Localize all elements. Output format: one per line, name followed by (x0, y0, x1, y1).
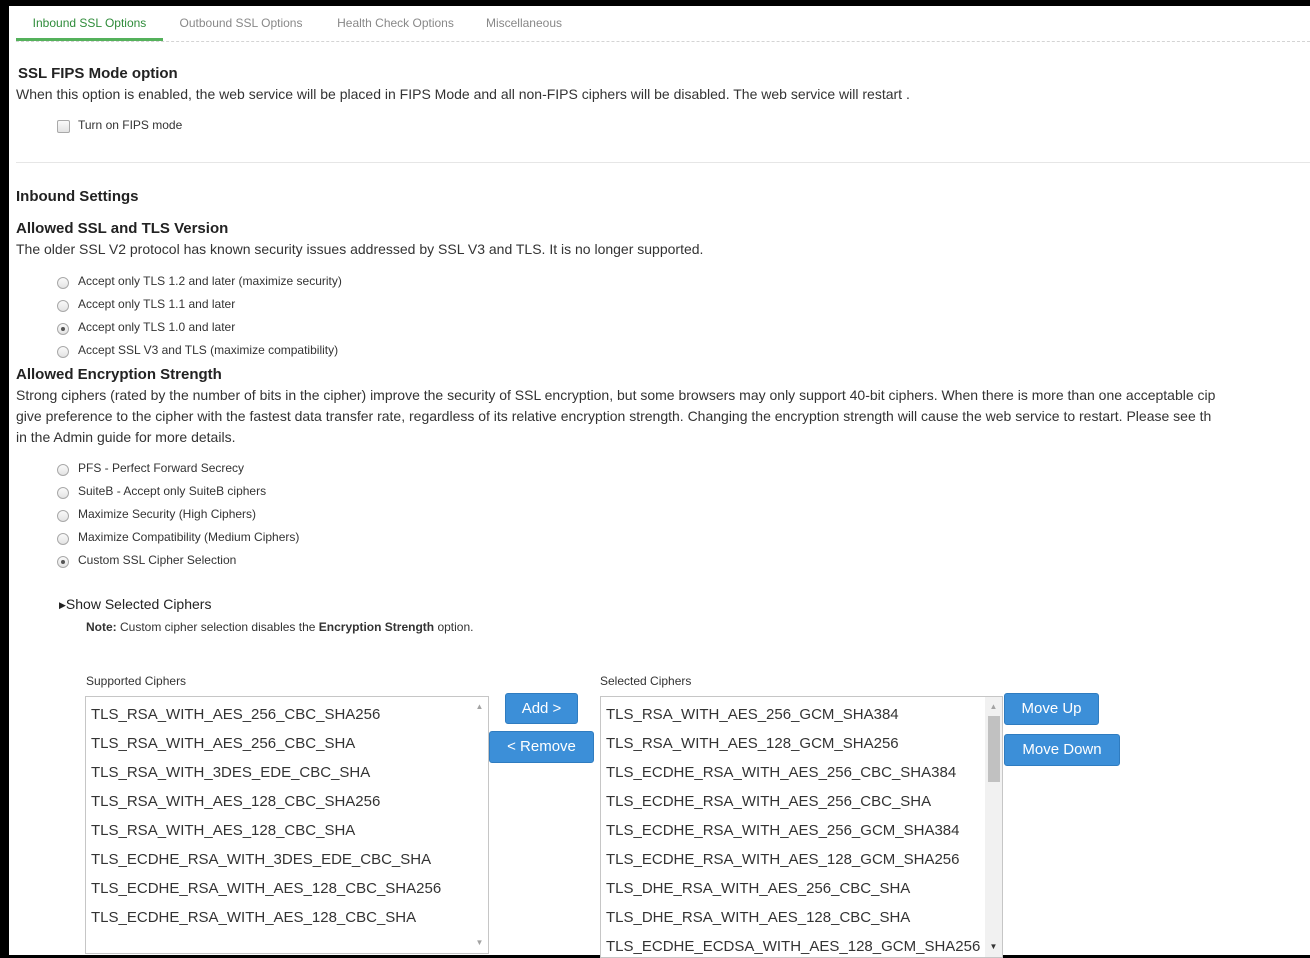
cipher-list-item[interactable]: TLS_RSA_WITH_AES_256_CBC_SHA (91, 735, 355, 752)
tls-version-option-radio[interactable] (57, 346, 69, 358)
cipher-list-item[interactable]: TLS_DHE_RSA_WITH_AES_128_CBC_SHA (606, 909, 910, 926)
cipher-list-item[interactable]: TLS_RSA_WITH_AES_256_GCM_SHA384 (606, 706, 899, 723)
selected-ciphers-listbox[interactable]: TLS_ECDHE_ECDSA_WITH_AES_128_GCM_SHA256 T… (600, 696, 1003, 958)
tls-version-title: Allowed SSL and TLS Version (16, 220, 229, 237)
encryption-option-radio[interactable] (57, 533, 69, 545)
scroll-down-icon[interactable]: ▼ (985, 939, 1002, 955)
encryption-option-label: PFS - Perfect Forward Secrecy (78, 461, 245, 475)
scroll-up-icon[interactable]: ▲ (471, 699, 488, 715)
cipher-list-item[interactable]: TLS_ECDHE_RSA_WITH_AES_128_CBC_SHA256 (91, 880, 441, 897)
tls-version-option-label: Accept only TLS 1.2 and later (maximize … (78, 274, 342, 288)
section-divider (16, 162, 1310, 163)
cipher-note: Note: Custom cipher selection disables t… (86, 620, 474, 634)
cipher-list-item[interactable]: TLS_ECDHE_RSA_WITH_AES_256_GCM_SHA384 (606, 822, 959, 839)
note-text: Custom cipher selection disables the (116, 620, 319, 634)
note-bold: Encryption Strength (318, 620, 435, 634)
supported-ciphers-listbox[interactable]: TLS_ECDHE_RSA_WITH_AES_128_CBC_SHA TLS_EC… (85, 696, 489, 954)
tls-version-option-label: Accept only TLS 1.0 and later (78, 320, 236, 334)
encryption-option-label: Maximize Security (High Ciphers) (78, 507, 257, 521)
encryption-option-radio[interactable] (57, 556, 69, 568)
cipher-list-item[interactable]: TLS_ECDHE_RSA_WITH_AES_128_GCM_SHA256 (606, 851, 959, 868)
tls-version-option-label: Accept SSL V3 and TLS (maximize compatib… (78, 343, 339, 357)
tab-bar: Inbound SSL Options Outbound SSL Options… (16, 9, 1310, 42)
cipher-list-item[interactable]: TLS_RSA_WITH_AES_256_CBC_SHA256 (91, 706, 380, 723)
tab-health-check-options[interactable]: Health Check Options (328, 9, 463, 39)
scroll-up-icon[interactable]: ▲ (985, 699, 1002, 715)
fips-checkbox-label: Turn on FIPS mode (78, 118, 183, 132)
add-cipher-button[interactable]: Add > (505, 693, 578, 724)
show-selected-ciphers-toggle[interactable]: ▶Show Selected Ciphers (59, 596, 211, 612)
cipher-list-item[interactable]: TLS_ECDHE_RSA_WITH_AES_256_CBC_SHA384 (606, 764, 956, 781)
encryption-description-line-2: give preference to the cipher with the f… (16, 408, 1212, 424)
inbound-settings-title: Inbound Settings (16, 188, 139, 205)
supported-ciphers-label: Supported Ciphers (86, 674, 187, 688)
scrollbar-thumb[interactable] (988, 716, 1000, 782)
cipher-list-item[interactable]: TLS_ECDHE_RSA_WITH_AES_128_CBC_SHA (91, 909, 416, 926)
supported-scrollbar[interactable]: ▲ ▼ (471, 697, 488, 953)
fips-description: When this option is enabled, the web ser… (16, 86, 910, 102)
scroll-down-icon[interactable]: ▼ (471, 935, 488, 951)
selected-ciphers-label: Selected Ciphers (600, 674, 692, 688)
fips-checkbox[interactable] (57, 120, 70, 133)
encryption-option-radio[interactable] (57, 487, 69, 499)
move-up-button[interactable]: Move Up (1004, 693, 1099, 725)
encryption-option-label: SuiteB - Accept only SuiteB ciphers (78, 484, 267, 498)
tab-inbound-ssl-options[interactable]: Inbound SSL Options (16, 9, 163, 41)
tls-version-option-label: Accept only TLS 1.1 and later (78, 297, 236, 311)
encryption-option-label: Maximize Compatibility (Medium Ciphers) (78, 530, 300, 544)
tls-version-option-radio[interactable] (57, 277, 69, 289)
show-selected-ciphers-label: Show Selected Ciphers (65, 596, 212, 612)
remove-cipher-button[interactable]: < Remove (489, 731, 594, 763)
encryption-description-line-1: Strong ciphers (rated by the number of b… (16, 387, 1216, 403)
cipher-list-item[interactable]: TLS_RSA_WITH_AES_128_CBC_SHA256 (91, 793, 380, 810)
cipher-list-item[interactable]: TLS_ECDHE_ECDSA_WITH_AES_128_GCM_SHA256 (606, 938, 980, 955)
cipher-list-item[interactable]: TLS_RSA_WITH_AES_128_GCM_SHA256 (606, 735, 899, 752)
tab-miscellaneous[interactable]: Miscellaneous (480, 9, 568, 39)
fips-title: SSL FIPS Mode option (18, 65, 178, 82)
note-prefix: Note: (86, 620, 117, 634)
tls-version-description: The older SSL V2 protocol has known secu… (16, 241, 704, 257)
selected-scrollbar[interactable]: ▲ ▼ (985, 697, 1002, 957)
tab-outbound-ssl-options[interactable]: Outbound SSL Options (171, 9, 311, 39)
encryption-description-line-3: in the Admin guide for more details. (16, 429, 236, 445)
cipher-list-item[interactable]: TLS_ECDHE_RSA_WITH_3DES_EDE_CBC_SHA (91, 851, 431, 868)
cipher-list-item[interactable]: TLS_ECDHE_RSA_WITH_AES_256_CBC_SHA (606, 793, 931, 810)
encryption-option-label: Custom SSL Cipher Selection (78, 553, 237, 567)
encryption-title: Allowed Encryption Strength (16, 366, 222, 383)
encryption-option-radio[interactable] (57, 464, 69, 476)
encryption-option-radio[interactable] (57, 510, 69, 522)
cipher-list-item[interactable]: TLS_RSA_WITH_AES_128_CBC_SHA (91, 822, 355, 839)
move-down-button[interactable]: Move Down (1004, 734, 1120, 766)
cipher-list-item[interactable]: TLS_DHE_RSA_WITH_AES_256_CBC_SHA (606, 880, 910, 897)
caret-right-icon: ▶ (59, 600, 66, 610)
cipher-list-item[interactable]: TLS_RSA_WITH_3DES_EDE_CBC_SHA (91, 764, 370, 781)
note-suffix: option. (434, 620, 474, 634)
tls-version-option-radio[interactable] (57, 300, 69, 312)
tls-version-option-radio[interactable] (57, 323, 69, 335)
